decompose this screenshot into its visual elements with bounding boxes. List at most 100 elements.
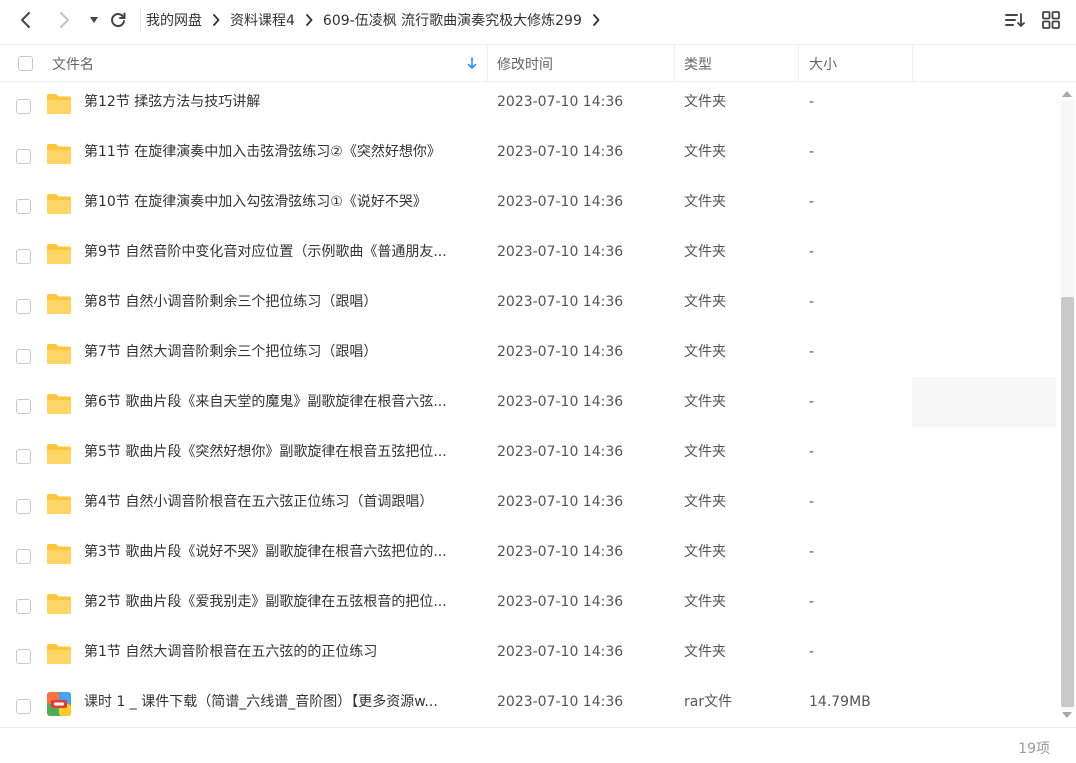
forward-button[interactable] bbox=[52, 8, 76, 32]
folder-icon bbox=[46, 441, 72, 467]
row-checkbox[interactable] bbox=[16, 599, 31, 614]
chevron-left-icon bbox=[21, 12, 30, 28]
row-checkbox[interactable] bbox=[16, 349, 31, 364]
sort-icon bbox=[1005, 13, 1025, 27]
file-row[interactable]: 第5节 歌曲片段《突然好想你》副歌旋律在根音五弦把位... 2023-07-10 … bbox=[0, 432, 1056, 482]
file-row[interactable]: 第3节 歌曲片段《说好不哭》副歌旋律在根音六弦把位的... 2023-07-10 … bbox=[0, 532, 1056, 582]
row-checkbox[interactable] bbox=[16, 699, 31, 714]
column-header-name[interactable]: 文件名 bbox=[52, 45, 482, 82]
breadcrumb-expand-icon[interactable] bbox=[582, 14, 610, 26]
toolbar-divider bbox=[140, 8, 141, 32]
file-name[interactable]: 第7节 自然大调音阶剩余三个把位练习（跟唱） bbox=[84, 332, 474, 372]
column-divider[interactable] bbox=[798, 45, 799, 82]
file-size: - bbox=[809, 144, 815, 160]
row-checkbox[interactable] bbox=[16, 649, 31, 664]
file-modified-time: 2023-07-10 14:36 bbox=[497, 394, 624, 410]
file-row[interactable]: 第2节 歌曲片段《爱我别走》副歌旋律在五弦根音的把位... 2023-07-10 … bbox=[0, 582, 1056, 632]
row-checkbox[interactable] bbox=[16, 499, 31, 514]
column-divider[interactable] bbox=[912, 45, 913, 82]
file-name[interactable]: 第8节 自然小调音阶剩余三个把位练习（跟唱） bbox=[84, 282, 474, 322]
file-size: - bbox=[809, 344, 815, 360]
column-header-type-label: 类型 bbox=[684, 56, 712, 73]
file-modified-time: 2023-07-10 14:36 bbox=[497, 344, 624, 360]
scroll-up-button[interactable] bbox=[1061, 88, 1073, 100]
file-type: 文件夹 bbox=[684, 544, 726, 560]
column-divider[interactable] bbox=[487, 45, 488, 82]
row-checkbox[interactable] bbox=[16, 199, 31, 214]
history-dropdown-button[interactable] bbox=[82, 8, 106, 32]
file-size: - bbox=[809, 444, 815, 460]
file-modified-time: 2023-07-10 14:36 bbox=[497, 544, 624, 560]
status-bar: 19项 bbox=[0, 727, 1076, 763]
column-header-name-label: 文件名 bbox=[52, 56, 94, 73]
file-size: - bbox=[809, 294, 815, 310]
row-checkbox[interactable] bbox=[16, 299, 31, 314]
vertical-scrollbar[interactable] bbox=[1058, 82, 1076, 727]
file-type: 文件夹 bbox=[684, 94, 726, 110]
file-name[interactable]: 第9节 自然音阶中变化音对应位置（示例歌曲《普通朋友... bbox=[84, 232, 474, 272]
view-toggle-button[interactable] bbox=[1040, 9, 1062, 31]
archive-icon bbox=[46, 691, 72, 717]
row-checkbox[interactable] bbox=[16, 449, 31, 464]
file-size: - bbox=[809, 644, 815, 660]
file-type: 文件夹 bbox=[684, 494, 726, 510]
row-checkbox[interactable] bbox=[16, 99, 31, 114]
breadcrumb-item-current[interactable]: 609-伍凌枫 流行歌曲演奏究极大修炼299 bbox=[323, 10, 582, 30]
breadcrumb-item-folder[interactable]: 资料课程4 bbox=[230, 10, 295, 30]
row-checkbox[interactable] bbox=[16, 249, 31, 264]
file-type: 文件夹 bbox=[684, 244, 726, 260]
file-row[interactable]: 第9节 自然音阶中变化音对应位置（示例歌曲《普通朋友... 2023-07-10 … bbox=[0, 232, 1056, 282]
folder-icon bbox=[46, 541, 72, 567]
scrollbar-thumb[interactable] bbox=[1061, 297, 1074, 707]
toolbar: 我的网盘 资料课程4 609-伍凌枫 流行歌曲演奏究极大修炼299 bbox=[0, 0, 1076, 40]
file-row[interactable]: 第12节 揉弦方法与技巧讲解 2023-07-10 14:36 文件夹 - bbox=[0, 82, 1056, 132]
file-row[interactable]: 第7节 自然大调音阶剩余三个把位练习（跟唱） 2023-07-10 14:36 文件… bbox=[0, 332, 1056, 382]
column-header-size[interactable]: 大小 bbox=[809, 45, 837, 82]
select-all-checkbox[interactable] bbox=[18, 56, 33, 71]
file-modified-time: 2023-07-10 14:36 bbox=[497, 494, 624, 510]
folder-icon bbox=[46, 641, 72, 667]
file-modified-time: 2023-07-10 14:36 bbox=[497, 594, 624, 610]
file-row[interactable]: 第1节 自然大调音阶根音在五六弦的的正位练习 2023-07-10 14:36 文件… bbox=[0, 632, 1056, 682]
breadcrumb-separator-icon bbox=[295, 14, 323, 26]
file-name[interactable]: 第12节 揉弦方法与技巧讲解 bbox=[84, 82, 474, 122]
scroll-down-button[interactable] bbox=[1061, 709, 1073, 721]
folder-icon bbox=[46, 91, 72, 117]
file-row[interactable]: 第4节 自然小调音阶根音在五六弦正位练习（首调跟唱） 2023-07-10 14:… bbox=[0, 482, 1056, 532]
folder-icon bbox=[46, 291, 72, 317]
row-checkbox[interactable] bbox=[16, 549, 31, 564]
file-row[interactable]: 第10节 在旋律演奏中加入勾弦滑弦练习①《说好不哭》 2023-07-10 14:… bbox=[0, 182, 1056, 232]
file-name[interactable]: 第5节 歌曲片段《突然好想你》副歌旋律在根音五弦把位... bbox=[84, 432, 474, 472]
sort-descending-icon bbox=[467, 57, 477, 69]
file-name[interactable]: 课时 1 _ 课件下载（简谱_六线谱_音阶图）【更多资源w... bbox=[84, 682, 474, 722]
column-divider[interactable] bbox=[674, 45, 675, 82]
file-row[interactable]: 第6节 歌曲片段《来自天堂的魔鬼》副歌旋律在根音六弦... 2023-07-10 … bbox=[0, 382, 1056, 432]
file-size: 14.79MB bbox=[809, 694, 871, 710]
file-name[interactable]: 第4节 自然小调音阶根音在五六弦正位练习（首调跟唱） bbox=[84, 482, 474, 522]
file-name[interactable]: 第1节 自然大调音阶根音在五六弦的的正位练习 bbox=[84, 632, 474, 672]
file-size: - bbox=[809, 494, 815, 510]
folder-icon bbox=[46, 241, 72, 267]
back-button[interactable] bbox=[14, 8, 38, 32]
file-name[interactable]: 第2节 歌曲片段《爱我别走》副歌旋律在五弦根音的把位... bbox=[84, 582, 474, 622]
file-row[interactable]: 课时 1 _ 课件下载（简谱_六线谱_音阶图）【更多资源w... 2023-07-… bbox=[0, 682, 1056, 727]
file-type: 文件夹 bbox=[684, 594, 726, 610]
file-modified-time: 2023-07-10 14:36 bbox=[497, 94, 624, 110]
file-name[interactable]: 第6节 歌曲片段《来自天堂的魔鬼》副歌旋律在根音六弦... bbox=[84, 382, 474, 422]
column-header-type[interactable]: 类型 bbox=[684, 45, 712, 82]
file-size: - bbox=[809, 94, 815, 110]
sort-button[interactable] bbox=[1004, 9, 1026, 31]
refresh-button[interactable] bbox=[106, 8, 130, 32]
row-checkbox[interactable] bbox=[16, 399, 31, 414]
file-row[interactable]: 第8节 自然小调音阶剩余三个把位练习（跟唱） 2023-07-10 14:36 文件… bbox=[0, 282, 1056, 332]
triangle-up-icon bbox=[1062, 91, 1072, 97]
column-header-modified[interactable]: 修改时间 bbox=[497, 45, 553, 82]
file-row[interactable]: 第11节 在旋律演奏中加入击弦滑弦练习②《突然好想你》 2023-07-10 14… bbox=[0, 132, 1056, 182]
file-name[interactable]: 第10节 在旋律演奏中加入勾弦滑弦练习①《说好不哭》 bbox=[84, 182, 474, 222]
file-modified-time: 2023-07-10 14:36 bbox=[497, 244, 624, 260]
row-checkbox[interactable] bbox=[16, 149, 31, 164]
breadcrumb-item-root[interactable]: 我的网盘 bbox=[146, 10, 202, 30]
breadcrumb: 我的网盘 资料课程4 609-伍凌枫 流行歌曲演奏究极大修炼299 bbox=[146, 0, 610, 40]
file-name[interactable]: 第11节 在旋律演奏中加入击弦滑弦练习②《突然好想你》 bbox=[84, 132, 474, 172]
file-name[interactable]: 第3节 歌曲片段《说好不哭》副歌旋律在根音六弦把位的... bbox=[84, 532, 474, 572]
